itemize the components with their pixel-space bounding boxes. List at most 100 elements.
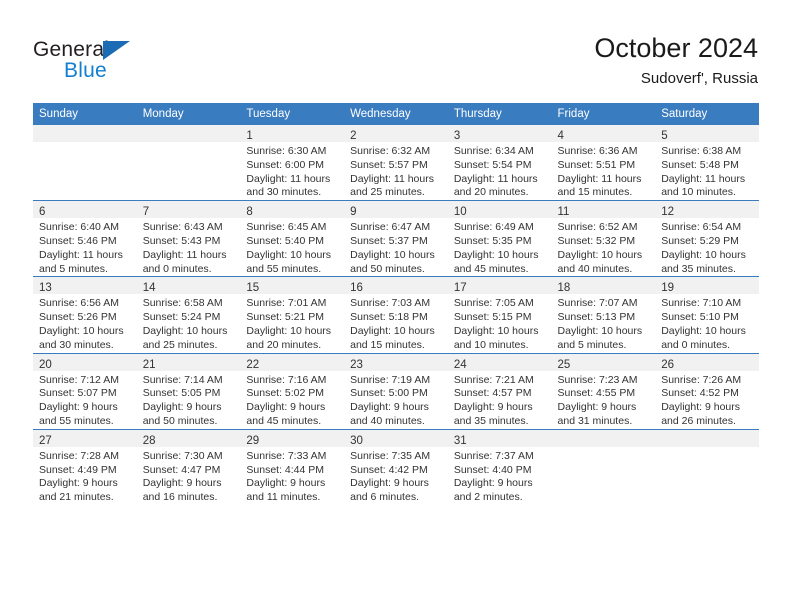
sunrise-text: Sunrise: 7:14 AM [142, 373, 223, 386]
calendar-day-cell[interactable]: 12 Sunrise: 6:54 AM Sunset: 5:29 PM Dayligh… [655, 200, 759, 277]
sunset-text: Sunset: 5:26 PM [39, 311, 117, 324]
calendar-day-cell[interactable]: 30 Sunrise: 7:35 AM Sunset: 4:42 PM Dayligh… [344, 428, 448, 505]
calendar-day-cell[interactable]: 27 Sunrise: 7:28 AM Sunset: 4:49 PM Dayligh… [33, 428, 137, 505]
calendar-day-cell[interactable]: 1 Sunrise: 6:30 AM Sunset: 6:00 PM Daylight… [240, 125, 345, 201]
daylight-text-line1: Daylight: 11 hours [246, 172, 331, 185]
weekday-header-thursday: Thursday [447, 103, 552, 125]
daylight-text-line1: Daylight: 10 hours [557, 248, 643, 261]
weekday-header-sunday: Sunday [33, 103, 137, 125]
daylight-text-line2: and 5 minutes. [39, 262, 108, 275]
calendar-day-cell[interactable]: 6 Sunrise: 6:40 AM Sunset: 5:46 PM Daylight… [33, 200, 137, 277]
day-cell-details: Sunrise: 6:54 AM Sunset: 5:29 PM Daylight:… [655, 218, 759, 276]
daylight-text-line1: Daylight: 11 hours [661, 172, 746, 185]
calendar-day-cell[interactable]: 29 Sunrise: 7:33 AM Sunset: 4:44 PM Dayligh… [240, 428, 345, 505]
calendar-day-cell[interactable]: 13 Sunrise: 6:56 AM Sunset: 5:26 PM Dayligh… [33, 276, 137, 354]
calendar-day-cell[interactable]: 23 Sunrise: 7:19 AM Sunset: 5:00 PM Dayligh… [344, 352, 448, 430]
calendar-day-cell[interactable]: 15 Sunrise: 7:01 AM Sunset: 5:21 PM Dayligh… [240, 276, 345, 354]
calendar-day-cell[interactable]: 11 Sunrise: 6:52 AM Sunset: 5:32 PM Dayligh… [551, 200, 656, 277]
calendar-day-cell[interactable]: 5 Sunrise: 6:38 AM Sunset: 5:48 PM Daylight… [655, 125, 759, 201]
calendar-day-cell[interactable]: 9 Sunrise: 6:47 AM Sunset: 5:37 PM Daylight… [344, 200, 448, 277]
day-number-band: 29 [240, 429, 345, 447]
daylight-text-line2: and 5 minutes. [557, 338, 627, 351]
day-number-band: 25 [551, 353, 656, 371]
calendar-day-cell[interactable]: 3 Sunrise: 6:34 AM Sunset: 5:54 PM Daylight… [447, 125, 552, 201]
triangle-flag-icon [103, 41, 130, 60]
daylight-text-line1: Daylight: 9 hours [350, 477, 429, 490]
weekday-header-saturday: Saturday [655, 103, 759, 125]
calendar-table: Sunday Monday Tuesday Wednesday Thursday Frid… [33, 103, 759, 505]
weekday-header-monday: Monday [136, 103, 241, 125]
calendar-day-cell[interactable]: 31 Sunrise: 7:37 AM Sunset: 4:40 PM Dayligh… [447, 428, 552, 505]
sunrise-text: Sunrise: 6:32 AM [350, 145, 431, 157]
day-number: 27 [39, 434, 52, 447]
daylight-text-line2: and 10 minutes. [661, 186, 736, 199]
calendar-day-cell[interactable]: 8 Sunrise: 6:45 AM Sunset: 5:40 PM Daylight… [240, 200, 345, 277]
sunrise-text: Sunrise: 7:35 AM [350, 449, 431, 462]
day-cell-details: Sunrise: 7:12 AM Sunset: 5:07 PM Daylight:… [33, 371, 137, 429]
calendar-day-cell[interactable]: 25 Sunrise: 7:23 AM Sunset: 4:55 PM Dayligh… [551, 352, 656, 430]
day-cell-details: Sunrise: 6:30 AM Sunset: 6:00 PM Daylight:… [240, 142, 344, 200]
page-subtitle: Sudoverf', Russia [640, 70, 758, 87]
day-cell-details: Sunrise: 7:26 AM Sunset: 4:52 PM Daylight:… [655, 371, 759, 429]
day-number: 8 [246, 206, 253, 219]
calendar-page: General Blue October 2024 Sudoverf', Rus… [0, 0, 792, 612]
sunrise-text: Sunrise: 7:33 AM [246, 449, 327, 462]
day-number-band: 12 [655, 201, 759, 219]
daylight-text-line2: and 11 minutes. [246, 491, 321, 504]
calendar-day-cell[interactable]: 16 Sunrise: 7:03 AM Sunset: 5:18 PM Dayligh… [344, 276, 448, 354]
daylight-text-line2: and 20 minutes. [453, 186, 529, 199]
general-blue-logo[interactable]: General Blue [33, 38, 233, 88]
calendar-day-cell[interactable]: 22 Sunrise: 7:16 AM Sunset: 5:02 PM Dayligh… [240, 352, 345, 430]
day-number: 19 [661, 282, 675, 295]
calendar-day-cell[interactable]: 24 Sunrise: 7:21 AM Sunset: 4:57 PM Dayligh… [447, 352, 552, 430]
daylight-text-line2: and 35 minutes. [661, 262, 736, 275]
sunset-text: Sunset: 5:43 PM [142, 234, 221, 247]
calendar-day-cell[interactable]: 19 Sunrise: 7:10 AM Sunset: 5:10 PM Dayligh… [655, 276, 759, 354]
calendar-day-cell[interactable]: 4 Sunrise: 6:36 AM Sunset: 5:51 PM Daylight… [551, 125, 656, 201]
sunrise-text: Sunrise: 7:28 AM [39, 449, 119, 462]
daylight-text-line2: and 0 minutes. [142, 262, 212, 275]
daylight-text-line1: Daylight: 10 hours [661, 324, 746, 337]
calendar-day-cell[interactable]: 20 Sunrise: 7:12 AM Sunset: 5:07 PM Dayligh… [33, 352, 137, 430]
daylight-text-line1: Daylight: 11 hours [350, 172, 434, 185]
calendar-day-cell[interactable]: 21 Sunrise: 7:14 AM Sunset: 5:05 PM Dayligh… [136, 352, 241, 430]
day-number-band: 9 [344, 201, 448, 219]
daylight-text-line1: Daylight: 9 hours [142, 477, 222, 490]
daylight-text-line1: Daylight: 9 hours [39, 477, 118, 490]
calendar-day-cell[interactable]: 17 Sunrise: 7:05 AM Sunset: 5:15 PM Dayligh… [447, 276, 552, 354]
day-number-band: 30 [344, 429, 448, 447]
calendar-day-cell[interactable]: 18 Sunrise: 7:07 AM Sunset: 5:13 PM Dayligh… [551, 276, 656, 354]
calendar-week-row: 27 Sunrise: 7:28 AM Sunset: 4:49 PM Dayligh… [33, 428, 759, 505]
daylight-text-line2: and 55 minutes. [246, 262, 322, 275]
calendar-day-cell[interactable]: 7 Sunrise: 6:43 AM Sunset: 5:43 PM Daylight… [136, 200, 241, 277]
calendar-day-cell[interactable]: 2 Sunrise: 6:32 AM Sunset: 5:57 PM Daylight… [344, 125, 448, 201]
day-number: 14 [142, 282, 156, 295]
day-number-band: 28 [136, 429, 241, 447]
sunset-text: Sunset: 4:44 PM [246, 463, 325, 476]
day-number-band: 16 [344, 277, 448, 295]
sunset-text: Sunset: 5:15 PM [453, 311, 532, 324]
day-number-band [655, 429, 759, 447]
day-number: 21 [142, 358, 156, 371]
daylight-text-line2: and 40 minutes. [350, 414, 425, 427]
day-number: 28 [142, 434, 156, 447]
day-cell-details: Sunrise: 6:52 AM Sunset: 5:32 PM Daylight:… [552, 218, 656, 276]
day-number-band: 6 [33, 201, 137, 219]
day-number: 25 [557, 358, 571, 371]
logo-word-blue: Blue [64, 59, 107, 82]
daylight-text-line1: Daylight: 10 hours [142, 324, 228, 337]
calendar-day-cell[interactable]: 14 Sunrise: 6:58 AM Sunset: 5:24 PM Dayligh… [136, 276, 241, 354]
calendar-day-cell[interactable]: 26 Sunrise: 7:26 AM Sunset: 4:52 PM Dayligh… [655, 352, 759, 430]
day-number: 4 [557, 130, 564, 142]
day-number-band: 27 [33, 429, 137, 447]
calendar-day-cell[interactable]: 28 Sunrise: 7:30 AM Sunset: 4:47 PM Dayligh… [136, 428, 241, 505]
daylight-text-line1: Daylight: 10 hours [661, 248, 746, 261]
daylight-text-line2: and 55 minutes. [39, 414, 114, 427]
day-number: 9 [350, 206, 357, 219]
daylight-text-line2: and 50 minutes. [142, 414, 218, 427]
daylight-text-line1: Daylight: 10 hours [246, 324, 332, 337]
calendar-day-cell[interactable]: 10 Sunrise: 6:49 AM Sunset: 5:35 PM Dayligh… [447, 200, 552, 277]
sunset-text: Sunset: 6:00 PM [246, 158, 325, 171]
day-cell-details [552, 447, 656, 450]
sunrise-text: Sunrise: 6:36 AM [557, 145, 638, 157]
